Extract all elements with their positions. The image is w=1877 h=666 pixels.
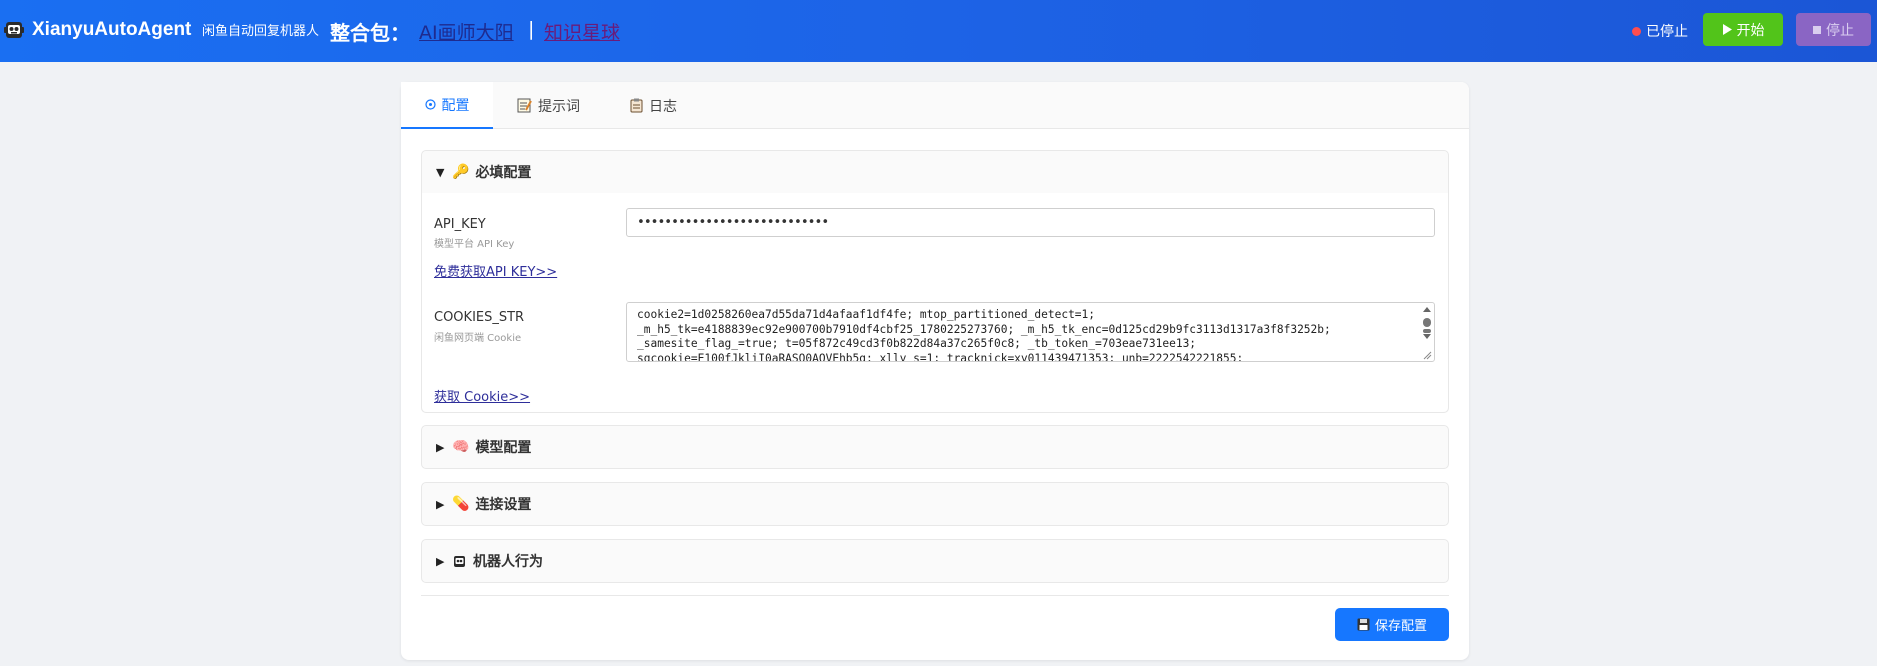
cookies-textarea[interactable]: cookie2=1d0258260ea7d55da71d4afaaf1df4fe… xyxy=(626,302,1435,362)
save-config-button[interactable]: 保存配置 xyxy=(1335,608,1449,641)
tab-config[interactable]: 配置 xyxy=(401,82,493,129)
save-config-label: 保存配置 xyxy=(1374,619,1427,634)
cookies-hint: 闲鱼网页端 Cookie xyxy=(434,333,522,344)
status-dot-icon xyxy=(1632,26,1641,36)
get-cookie-link[interactable]: 获取 Cookie>> xyxy=(434,386,530,405)
cookie-line: _m_h5_tk=e4188839ec92e900700b7910df4cbf2… xyxy=(637,322,1331,336)
model-config-section[interactable]: ▶ 🧠 模型配置 xyxy=(421,425,1449,469)
model-config-title: 模型配置 xyxy=(475,440,532,456)
required-config-body: API_KEY 模型平台 API Key 免费获取API KEY>> COOKI… xyxy=(422,193,1448,412)
caret-right-icon: ▶ xyxy=(436,497,445,511)
start-button-label: 开始 xyxy=(1736,22,1765,39)
brain-icon: 🧠 xyxy=(452,439,470,455)
ai-artist-link[interactable]: AI画师大阳 xyxy=(419,18,514,45)
status-text: 已停止 xyxy=(1646,24,1688,40)
app-subtitle: 闲鱼自动回复机器人 xyxy=(202,24,320,39)
floppy-icon xyxy=(1357,618,1370,631)
gear-icon xyxy=(424,99,436,110)
tab-logs[interactable]: 日志 xyxy=(630,82,677,129)
api-key-hint: 模型平台 API Key xyxy=(434,239,515,250)
robot-icon xyxy=(454,555,465,567)
bot-behavior-title: 机器人行为 xyxy=(473,554,543,570)
footer-divider xyxy=(421,595,1449,596)
memo-icon xyxy=(517,98,532,113)
connection-settings-section[interactable]: ▶ 💊 连接设置 xyxy=(421,482,1449,526)
tab-logs-label: 日志 xyxy=(649,98,677,115)
start-button[interactable]: 开始 xyxy=(1703,13,1783,46)
caret-right-icon: ▶ xyxy=(436,554,445,568)
link-separator: | xyxy=(528,18,535,40)
knowledge-planet-link[interactable]: 知识星球 xyxy=(544,18,620,45)
cookie-line: _samesite_flag_=true; t=05f872c49cd3f0b8… xyxy=(637,337,1197,351)
caret-down-icon: ▼ xyxy=(436,165,445,179)
play-icon xyxy=(1722,24,1732,35)
caret-right-icon: ▶ xyxy=(436,440,445,454)
required-config-title: 必填配置 xyxy=(475,165,532,181)
api-key-label: API_KEY xyxy=(434,217,486,232)
cookie-line: cookie2=1d0258260ea7d55da71d4afaaf1df4fe… xyxy=(637,308,1096,321)
cookie-line: sgcookie=E100fJkliI0aRASQ0AQVEhb5g; xlly… xyxy=(637,351,1244,362)
tab-prompts[interactable]: 提示词 xyxy=(517,82,580,129)
robot-logo-icon xyxy=(4,22,24,38)
bundle-label: 整合包： xyxy=(330,21,410,45)
top-bar: XianyuAutoAgent 闲鱼自动回复机器人 整合包： AI画师大阳 | … xyxy=(0,0,1877,62)
config-panel: 配置 提示词 日志 ▼ 🔑 必填配置 API_KEY 模型平台 API Key … xyxy=(401,82,1469,660)
required-config-section: ▼ 🔑 必填配置 API_KEY 模型平台 API Key 免费获取API KE… xyxy=(421,150,1449,413)
tab-bar: 配置 提示词 日志 xyxy=(401,82,1469,129)
get-api-key-link[interactable]: 免费获取API KEY>> xyxy=(434,261,557,280)
app-title: XianyuAutoAgent xyxy=(32,19,192,40)
model-config-header[interactable]: ▶ 🧠 模型配置 xyxy=(422,426,1448,468)
tab-config-label: 配置 xyxy=(441,97,470,114)
pill-icon: 💊 xyxy=(452,496,470,512)
required-config-header[interactable]: ▼ 🔑 必填配置 xyxy=(422,151,1448,193)
key-icon: 🔑 xyxy=(452,164,470,180)
connection-settings-header[interactable]: ▶ 💊 连接设置 xyxy=(422,483,1448,525)
bot-behavior-header[interactable]: ▶ 机器人行为 xyxy=(422,540,1448,582)
textarea-scrollbar[interactable] xyxy=(1422,305,1432,361)
cookies-label: COOKIES_STR xyxy=(434,310,525,325)
bot-behavior-section[interactable]: ▶ 机器人行为 xyxy=(421,539,1449,583)
clipboard-icon xyxy=(630,98,643,113)
stop-icon xyxy=(1813,25,1821,34)
stop-button[interactable]: 停止 xyxy=(1796,13,1871,46)
connection-settings-title: 连接设置 xyxy=(475,497,532,513)
stop-button-label: 停止 xyxy=(1826,22,1854,39)
status-indicator: 已停止 xyxy=(1632,21,1688,41)
api-key-input[interactable] xyxy=(626,208,1435,237)
tab-prompts-label: 提示词 xyxy=(538,98,580,115)
